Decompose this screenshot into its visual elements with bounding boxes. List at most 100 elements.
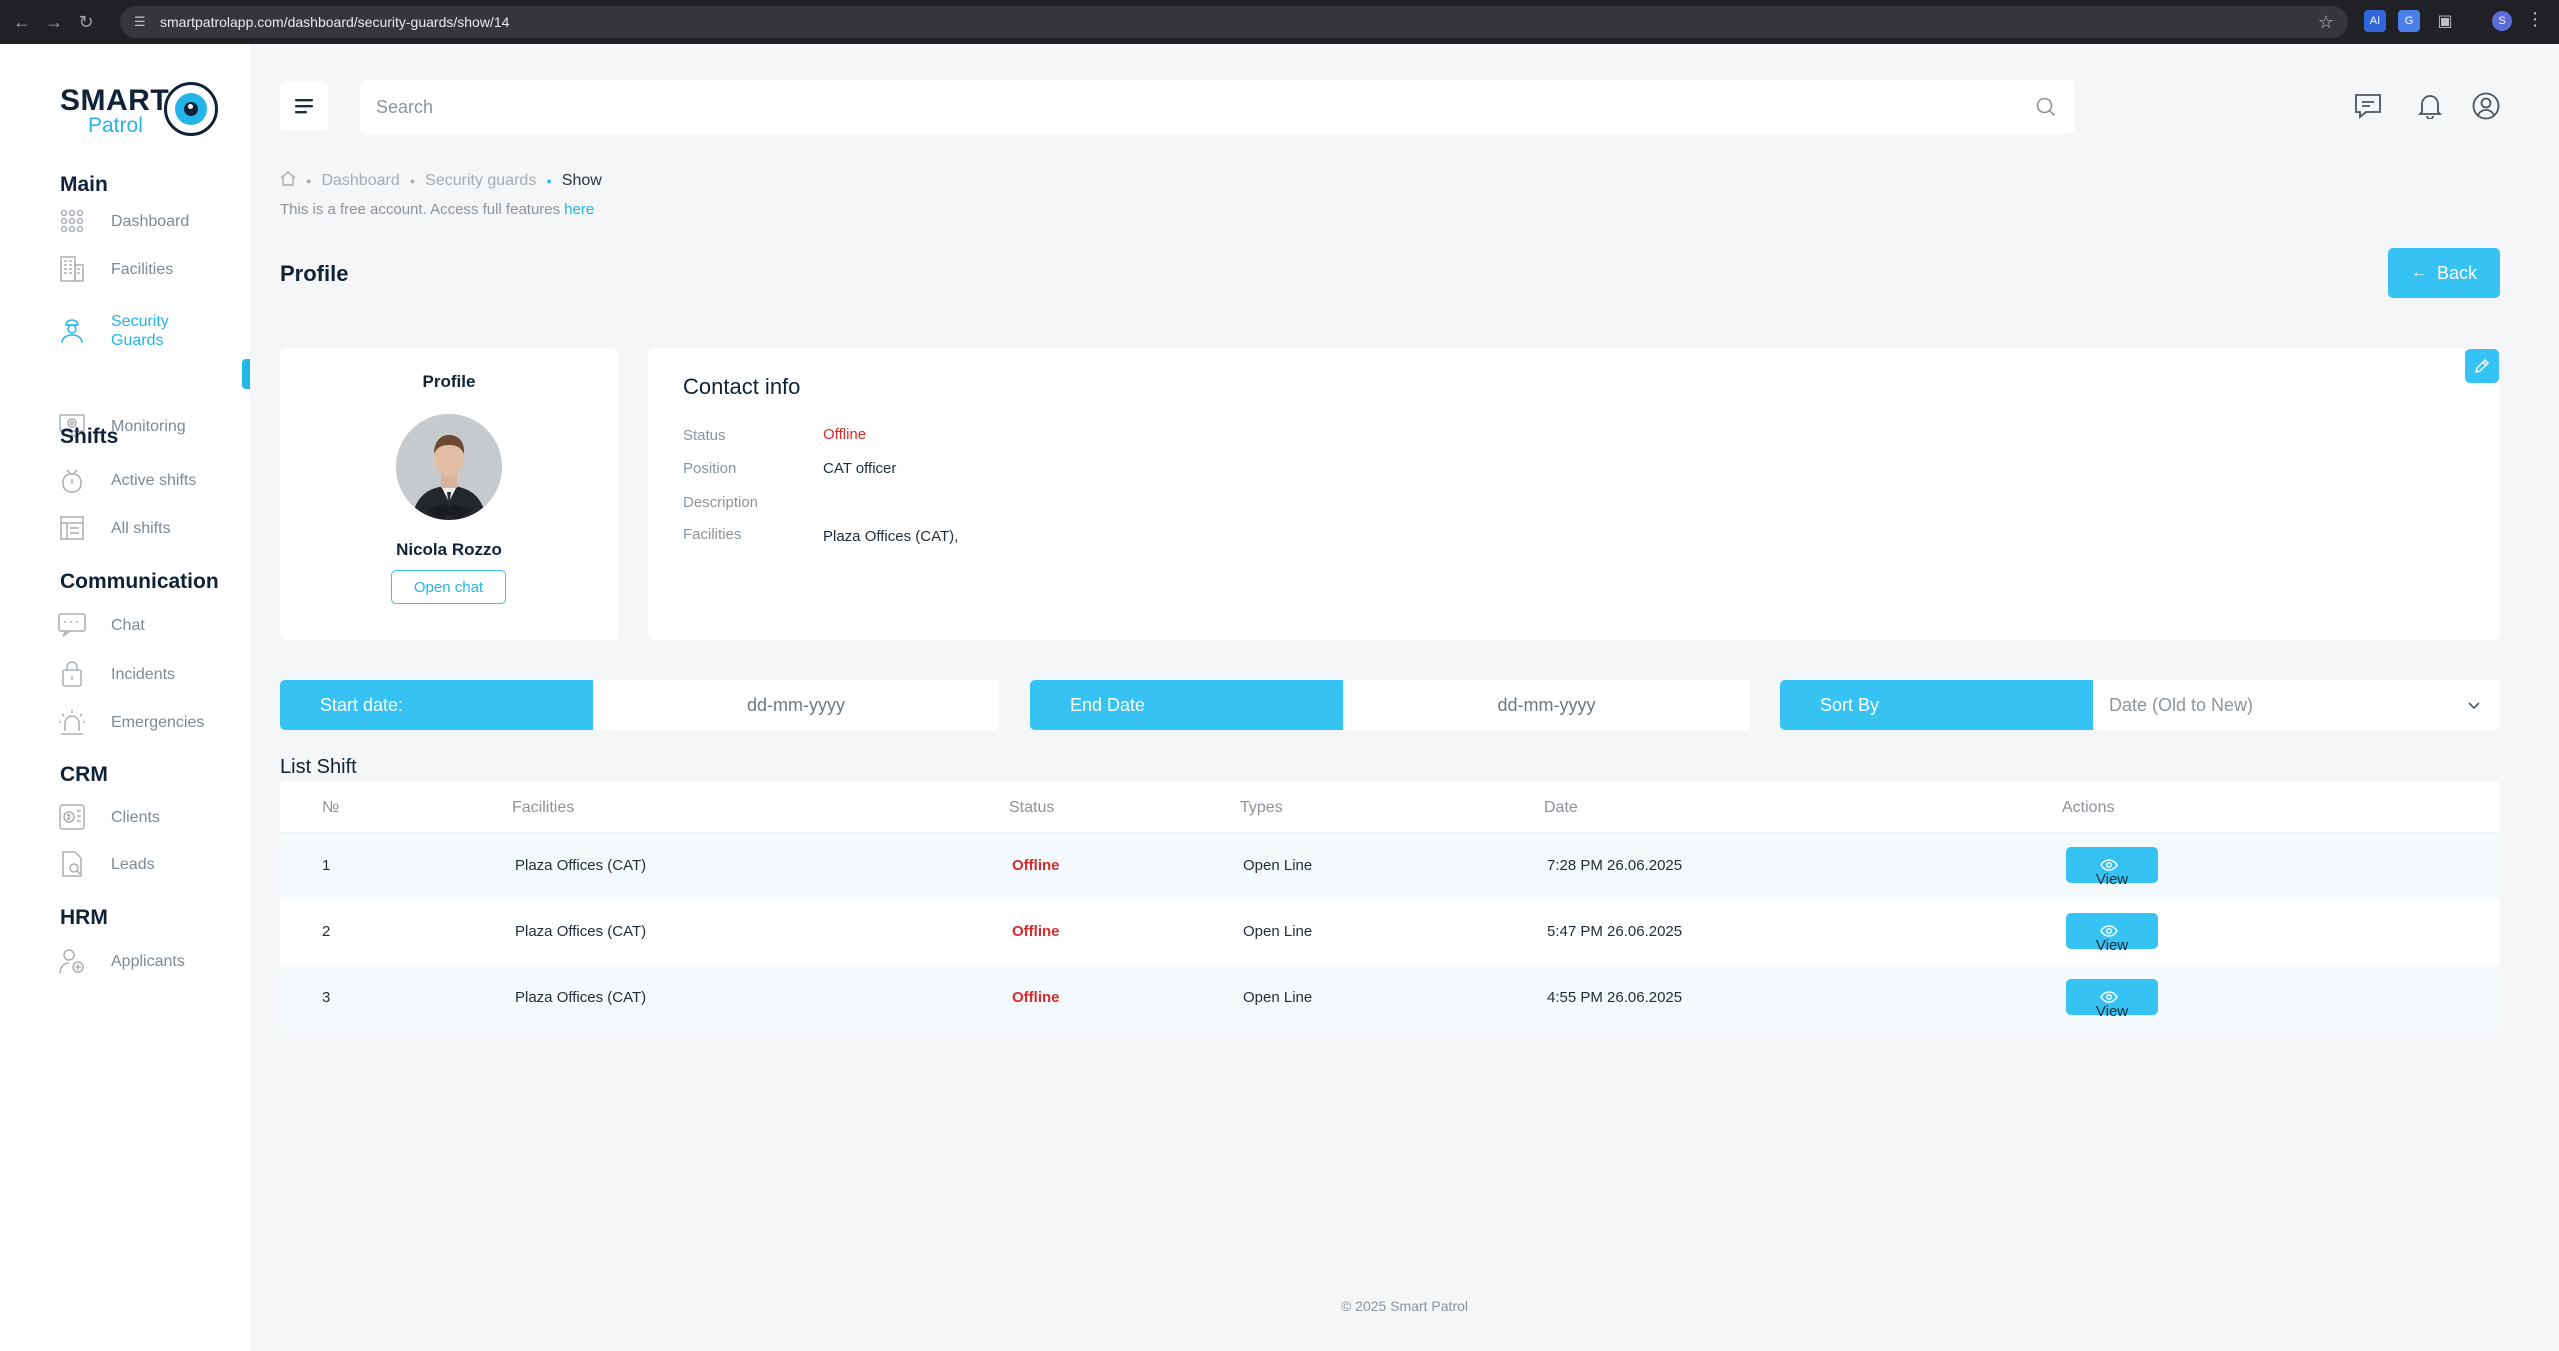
status-label: Status: [683, 427, 726, 444]
incident-icon: [58, 660, 86, 688]
home-icon[interactable]: [280, 170, 296, 191]
smart-patrol-logo[interactable]: SMART Patrol: [58, 80, 218, 144]
eye-logo-icon: [164, 82, 218, 136]
cell-status: Offline: [1012, 989, 1060, 1006]
sidebar-item-facilities[interactable]: Facilities: [58, 255, 248, 283]
sidebar-item-all-shifts[interactable]: All shifts: [58, 514, 248, 542]
browser-profile-avatar[interactable]: S: [2492, 11, 2512, 31]
browser-toolbar: ← → ↻ ☰ smartpatrolapp.com/dashboard/sec…: [0, 0, 2559, 44]
translate-icon[interactable]: G: [2398, 10, 2420, 32]
chevron-down-icon: [2466, 697, 2482, 718]
notice-text: This is a free account. Access full feat…: [280, 201, 561, 218]
sidebar-item-label: All shifts: [111, 519, 171, 537]
page-title: Profile: [280, 261, 349, 286]
end-date-input[interactable]: dd-mm-yyyy: [1343, 680, 1750, 730]
logo-text-patrol: Patrol: [88, 114, 143, 137]
sidebar-item-label: Monitoring: [111, 417, 186, 435]
cell-number: 1: [322, 857, 331, 874]
nav-section-shifts: Shifts: [60, 425, 119, 448]
view-button-label: View: [2095, 1003, 2129, 1020]
shift-icon: [58, 466, 86, 494]
view-button[interactable]: View: [2066, 847, 2158, 888]
applicants-icon: [58, 947, 86, 975]
cell-date: 7:28 PM 26.06.2025: [1547, 857, 1683, 874]
facilities-label: Facilities: [683, 526, 742, 543]
notifications-bell-icon[interactable]: [2414, 90, 2446, 122]
forward-arrow-icon[interactable]: →: [40, 8, 68, 36]
column-header: Date: [1544, 799, 1578, 816]
cell-facility: Plaza Offices (CAT): [515, 857, 647, 874]
search-icon[interactable]: [2036, 97, 2056, 122]
start-date-filter: Start date: dd-mm-yyyy: [280, 680, 999, 730]
sidebar-item-label: Facilities: [111, 260, 174, 278]
cell-status: Offline: [1012, 857, 1060, 874]
cell-number: 3: [322, 989, 331, 1006]
sidebar-item-label: Active shifts: [111, 471, 197, 489]
breadcrumb-separator: ●: [306, 175, 312, 186]
sidebar-item-label: Leads: [111, 855, 155, 873]
building-icon: [58, 255, 86, 283]
position-label: Position: [683, 460, 737, 477]
list-shift-title: List Shift: [280, 756, 357, 778]
menu-toggle-button[interactable]: [280, 82, 328, 130]
hamburger-icon: [295, 99, 313, 114]
sidebar-item-applicants[interactable]: Applicants: [58, 947, 248, 975]
sidebar-item-leads[interactable]: Leads: [58, 850, 248, 878]
breadcrumb: ● Dashboard ● Security guards ● Show: [280, 170, 602, 191]
nav-section-communication: Communication: [60, 570, 219, 593]
sidebar-item-label: Emergencies: [111, 713, 205, 731]
browser-menu-icon[interactable]: ⋮: [2526, 9, 2544, 30]
cell-date: 5:47 PM 26.06.2025: [1547, 923, 1683, 940]
table-header: № Facilities Status Types Date Actions: [280, 781, 2500, 833]
user-account-icon[interactable]: [2470, 90, 2502, 122]
pencil-icon: [2474, 358, 2490, 374]
sidebar-item-emergencies[interactable]: Emergencies: [58, 708, 248, 736]
breadcrumb-security-guards[interactable]: Security guards: [425, 172, 536, 190]
address-bar[interactable]: ☰ smartpatrolapp.com/dashboard/security-…: [120, 6, 2348, 38]
back-arrow-icon[interactable]: ←: [8, 8, 36, 36]
sidebar-item-clients[interactable]: Clients: [58, 803, 248, 831]
cell-facility: Plaza Offices (CAT): [515, 989, 647, 1006]
sidebar-item-incidents[interactable]: Incidents: [58, 660, 248, 688]
leads-icon: [58, 850, 86, 878]
breadcrumb-dashboard[interactable]: Dashboard: [321, 172, 399, 190]
eye-icon: [2099, 925, 2118, 937]
table-row: 3 Plaza Offices (CAT) Offline Open Line …: [280, 965, 2500, 1031]
sidebar-item-dashboard[interactable]: Dashboard: [58, 207, 248, 235]
edit-button[interactable]: [2465, 349, 2499, 383]
view-button[interactable]: View: [2066, 913, 2158, 954]
description-label: Description: [683, 494, 759, 511]
back-button[interactable]: ← Back: [2388, 248, 2500, 298]
view-button[interactable]: View: [2066, 979, 2158, 1020]
extensions-puzzle-icon[interactable]: ▣: [2434, 10, 2456, 32]
nav-section-hrm: HRM: [60, 906, 108, 929]
open-chat-button[interactable]: Open chat: [391, 570, 506, 604]
search-input[interactable]: [360, 80, 2074, 134]
upgrade-link[interactable]: here: [564, 201, 594, 218]
sidebar-item-security-guards[interactable]: Security Guards: [58, 312, 248, 350]
shifts-table: № Facilities Status Types Date Actions 1…: [280, 781, 2500, 1031]
free-account-notice: This is a free account. Access full feat…: [280, 201, 594, 218]
url-text[interactable]: smartpatrolapp.com/dashboard/security-gu…: [160, 14, 509, 30]
sidebar-item-chat[interactable]: Chat: [58, 611, 248, 639]
eye-icon: [2099, 991, 2118, 1003]
bookmark-star-icon[interactable]: ☆: [2318, 12, 2334, 33]
sort-by-select[interactable]: Date (Old to New): [2093, 680, 2500, 730]
status-value: Offline: [823, 426, 867, 443]
messages-icon[interactable]: [2352, 90, 2384, 122]
cell-type: Open Line: [1243, 857, 1313, 874]
list-icon: [58, 514, 86, 542]
breadcrumb-separator: ●: [409, 175, 416, 186]
view-button-label: View: [2095, 937, 2129, 954]
guard-avatar: [396, 414, 502, 520]
reload-icon[interactable]: ↻: [72, 8, 100, 36]
site-info-icon[interactable]: ☰: [134, 14, 150, 30]
extension-icon[interactable]: AI: [2364, 10, 2386, 32]
start-date-input[interactable]: dd-mm-yyyy: [593, 680, 999, 730]
logo-text-smart: SMART: [60, 84, 170, 117]
breadcrumb-separator: ●: [546, 175, 552, 186]
sidebar-item-active-shifts[interactable]: Active shifts: [58, 466, 248, 494]
cell-status: Offline: [1012, 923, 1060, 940]
sidebar: SMART Patrol Main Dashboard Facilities S…: [0, 44, 250, 1351]
arrow-left-icon: ←: [2410, 264, 2427, 281]
